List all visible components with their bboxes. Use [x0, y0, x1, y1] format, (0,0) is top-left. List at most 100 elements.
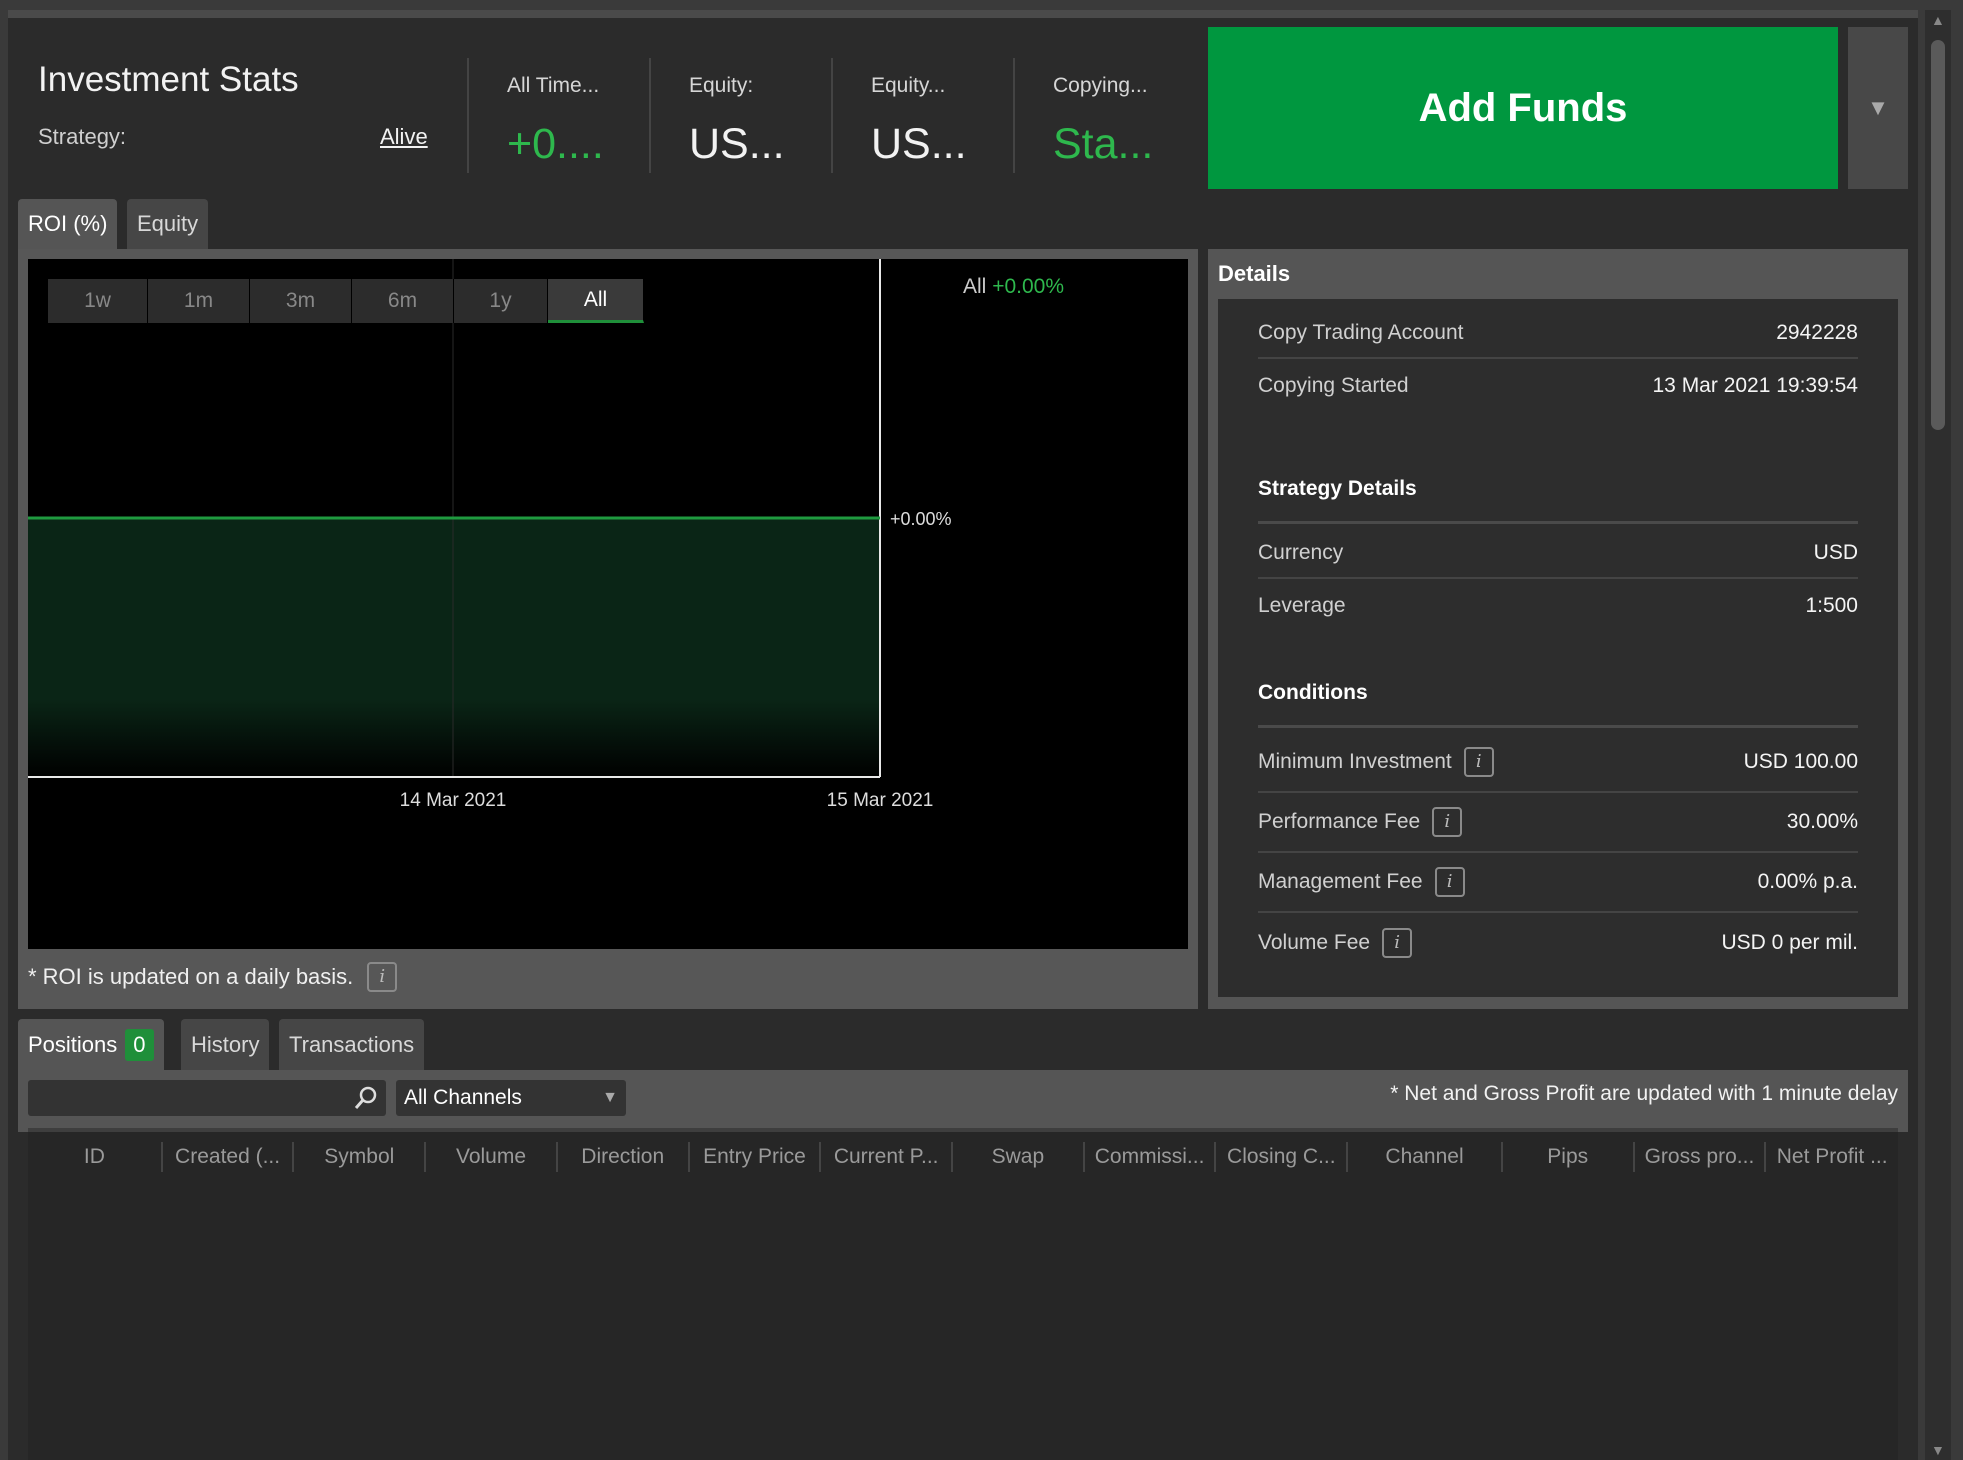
- positions-filter-bar: All Channels ▼ * Net and Gross Profit ar…: [18, 1070, 1908, 1132]
- conditions-heading: Conditions: [1258, 681, 1858, 728]
- chart-summary: All +0.00%: [963, 275, 1064, 299]
- stat-value: Sta...: [1053, 120, 1154, 168]
- tab-roi[interactable]: ROI (%): [18, 199, 118, 249]
- investment-stats-header: Investment Stats Strategy: Alive All Tim…: [10, 18, 1200, 188]
- column-header[interactable]: Gross pro...: [1635, 1142, 1767, 1172]
- info-icon[interactable]: i: [1432, 807, 1463, 837]
- x-tick-label: 14 Mar 2021: [400, 790, 507, 811]
- stat-equity-2: Equity... US...: [831, 58, 1013, 173]
- column-header[interactable]: Pips: [1503, 1142, 1635, 1172]
- stat-copying: Copying... Sta...: [1013, 58, 1195, 173]
- page-title: Investment Stats: [38, 60, 299, 99]
- range-1y[interactable]: 1y: [454, 279, 548, 323]
- stat-label: All Time...: [507, 74, 600, 97]
- details-body: Copy Trading Account 2942228 Copying Sta…: [1218, 299, 1898, 997]
- detail-row: Management Fee i 0.00% p.a.: [1258, 853, 1858, 913]
- positions-table: ID Created (... Symbol Volume Direction Entry…: [28, 1128, 1898, 1460]
- detail-label: Management Fee: [1258, 870, 1423, 893]
- details-title: Details: [1218, 261, 1291, 286]
- column-header[interactable]: Net Profit ...: [1766, 1142, 1898, 1172]
- positions-count-badge: 0: [125, 1029, 154, 1061]
- range-1w[interactable]: 1w: [48, 279, 148, 323]
- stat-value: US...: [871, 120, 967, 168]
- channel-select-value: All Channels: [404, 1086, 522, 1109]
- chart-summary-value: +0.00%: [992, 275, 1064, 298]
- detail-row: Leverage 1:500: [1258, 581, 1858, 631]
- column-header[interactable]: Current P...: [821, 1142, 954, 1172]
- detail-row: Copying Started 13 Mar 2021 19:39:54: [1258, 361, 1858, 411]
- info-icon[interactable]: i: [1463, 747, 1494, 777]
- column-header[interactable]: Channel: [1348, 1142, 1503, 1172]
- column-header[interactable]: Symbol: [294, 1142, 427, 1172]
- roi-note-text: * ROI is updated on a daily basis.: [28, 964, 354, 989]
- detail-label: Leverage: [1258, 594, 1346, 617]
- y-value-label: +0.00%: [890, 509, 952, 529]
- search-input[interactable]: [28, 1080, 348, 1116]
- stat-value: US...: [689, 120, 785, 168]
- stat-value: +0....: [507, 120, 604, 168]
- info-icon[interactable]: i: [1382, 928, 1413, 958]
- info-icon[interactable]: i: [367, 962, 398, 992]
- detail-row: Minimum Investment i USD 100.00: [1258, 733, 1858, 793]
- scrollbar-thumb[interactable]: [1931, 40, 1945, 430]
- strategy-link[interactable]: Alive: [380, 124, 428, 150]
- column-header[interactable]: Entry Price: [690, 1142, 822, 1172]
- channel-select[interactable]: All Channels ▼: [396, 1080, 626, 1116]
- column-header[interactable]: Created (...: [163, 1142, 295, 1172]
- detail-value: USD: [1813, 541, 1858, 564]
- detail-label-wrap: Performance Fee i: [1258, 807, 1463, 837]
- stat-label: Equity:: [689, 74, 754, 97]
- column-header[interactable]: Closing C...: [1216, 1142, 1349, 1172]
- detail-value: 0.00% p.a.: [1757, 870, 1858, 893]
- detail-label: Copy Trading Account: [1258, 321, 1464, 344]
- stat-equity: Equity: US...: [649, 58, 831, 173]
- vertical-scrollbar[interactable]: ▲ ▼: [1925, 10, 1951, 1460]
- detail-row: Volume Fee i USD 0 per mil.: [1258, 913, 1858, 973]
- chart-summary-prefix: All: [963, 275, 987, 298]
- detail-label: Copying Started: [1258, 374, 1409, 397]
- tab-positions[interactable]: Positions 0: [18, 1019, 164, 1071]
- stat-label: Copying...: [1053, 74, 1148, 97]
- table-header: ID Created (... Symbol Volume Direction Entry…: [28, 1132, 1898, 1182]
- detail-label-wrap: Management Fee i: [1258, 867, 1465, 897]
- detail-value: USD 0 per mil.: [1721, 931, 1858, 954]
- search-icon[interactable]: [352, 1084, 380, 1112]
- roi-note: * ROI is updated on a daily basis. i: [28, 962, 398, 992]
- roi-chart: +0.00% 14 Mar 2021 15 Mar 2021 1w 1m 3m 6m…: [28, 259, 1188, 949]
- detail-value: USD 100.00: [1743, 750, 1858, 773]
- detail-value: 13 Mar 2021 19:39:54: [1652, 374, 1859, 397]
- chart-svg: +0.00% 14 Mar 2021 15 Mar 2021: [28, 259, 952, 811]
- strategy-details-heading: Strategy Details: [1258, 477, 1858, 524]
- column-header[interactable]: ID: [28, 1142, 163, 1172]
- roi-chart-panel: +0.00% 14 Mar 2021 15 Mar 2021 1w 1m 3m 6m…: [18, 249, 1198, 1009]
- range-6m[interactable]: 6m: [352, 279, 454, 323]
- tab-transactions[interactable]: Transactions: [279, 1019, 425, 1071]
- stat-all-time: All Time... +0....: [467, 58, 649, 173]
- detail-row: Currency USD: [1258, 529, 1858, 579]
- tab-positions-label: Positions: [28, 1032, 118, 1057]
- search-field: [28, 1080, 386, 1116]
- detail-label: Currency: [1258, 541, 1344, 564]
- stat-label: Equity...: [871, 74, 946, 97]
- column-header[interactable]: Commissi...: [1085, 1142, 1217, 1172]
- tab-equity[interactable]: Equity: [127, 199, 209, 249]
- detail-label: Volume Fee: [1258, 931, 1371, 954]
- detail-label-wrap: Volume Fee i: [1258, 928, 1413, 958]
- tab-history[interactable]: History: [181, 1019, 270, 1071]
- range-1m[interactable]: 1m: [148, 279, 250, 323]
- column-header[interactable]: Swap: [953, 1142, 1085, 1172]
- x-tick-label: 15 Mar 2021: [827, 790, 934, 811]
- detail-row: Performance Fee i 30.00%: [1258, 793, 1858, 853]
- range-3m[interactable]: 3m: [250, 279, 352, 323]
- detail-value: 1:500: [1805, 594, 1858, 617]
- chevron-down-icon: ▼: [602, 1089, 618, 1106]
- column-header[interactable]: Direction: [558, 1142, 690, 1172]
- range-all[interactable]: All: [548, 279, 644, 323]
- detail-label-wrap: Minimum Investment i: [1258, 747, 1494, 777]
- info-icon[interactable]: i: [1434, 867, 1465, 897]
- scroll-down-icon[interactable]: ▼: [1931, 1442, 1945, 1458]
- chevron-down-icon[interactable]: ▼: [1848, 27, 1908, 189]
- column-header[interactable]: Volume: [426, 1142, 558, 1172]
- scroll-up-icon[interactable]: ▲: [1931, 12, 1945, 28]
- add-funds-button[interactable]: Add Funds: [1208, 27, 1838, 189]
